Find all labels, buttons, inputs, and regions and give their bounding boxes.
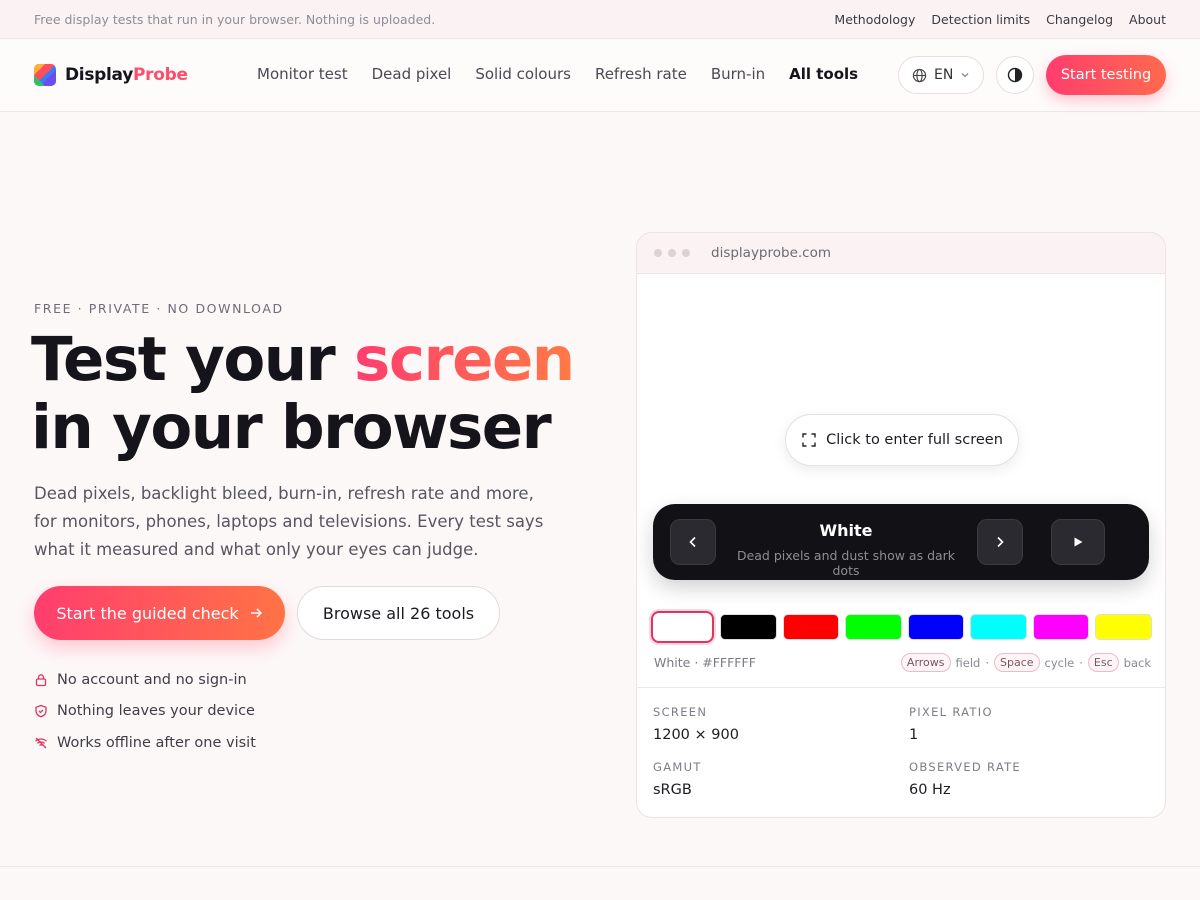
main-nav: Monitor test Dead pixel Solid colours Re… bbox=[257, 65, 858, 83]
play-icon bbox=[1074, 537, 1083, 547]
start-testing-button[interactable]: Start testing bbox=[1046, 55, 1166, 95]
stat-observed-rate: OBSERVED RATE 60 Hz bbox=[909, 760, 1021, 798]
key-action: cycle bbox=[1044, 655, 1075, 670]
preview-url: displayprobe.com bbox=[711, 245, 832, 261]
hero-eyebrow: FREE · PRIVATE · NO DOWNLOAD bbox=[34, 301, 284, 316]
separator: · bbox=[1079, 655, 1083, 670]
language-selector[interactable]: EN bbox=[898, 56, 984, 94]
contrast-icon bbox=[1007, 67, 1023, 83]
fullscreen-icon bbox=[802, 433, 816, 447]
display-stats: SCREEN 1200 × 900 PIXEL RATIO 1 GAMUT sR… bbox=[637, 687, 1165, 817]
hero-lead: Dead pixels, backlight bleed, burn-in, r… bbox=[34, 484, 544, 559]
list-item: Works offline after one visit bbox=[34, 727, 256, 759]
window-dot bbox=[682, 249, 690, 257]
key-space: Space bbox=[994, 653, 1040, 672]
logo-text: DisplayProbe bbox=[65, 65, 188, 85]
hero-title: Test your screen in your browser bbox=[31, 324, 575, 463]
language-code: EN bbox=[934, 67, 954, 83]
swatch-red[interactable] bbox=[782, 614, 839, 640]
start-guided-check-button[interactable]: Start the guided check bbox=[34, 586, 285, 640]
key-action: back bbox=[1123, 655, 1151, 670]
test-control-panel: White Dead pixels and dust show as dark … bbox=[653, 504, 1149, 580]
swatch-yellow[interactable] bbox=[1095, 614, 1152, 640]
enter-fullscreen-button[interactable]: Click to enter full screen bbox=[785, 414, 1019, 466]
nav-monitor-test[interactable]: Monitor test bbox=[257, 65, 348, 83]
site-header: DisplayProbe Monitor test Dead pixel Sol… bbox=[0, 39, 1200, 112]
play-button[interactable] bbox=[1051, 519, 1105, 565]
chevron-left-icon bbox=[689, 536, 696, 548]
previous-button[interactable] bbox=[670, 519, 716, 565]
chevron-down-icon bbox=[961, 73, 969, 78]
link-changelog[interactable]: Changelog bbox=[1046, 12, 1113, 27]
swatch-white[interactable] bbox=[651, 611, 714, 643]
nav-all-tools[interactable]: All tools bbox=[789, 65, 858, 83]
swatch-row bbox=[651, 611, 1152, 643]
current-test-hint: Dead pixels and dust show as dark dots bbox=[736, 548, 956, 578]
logo-mark-icon bbox=[34, 64, 56, 86]
separator: · bbox=[985, 655, 989, 670]
feature-list: No account and no sign-in Nothing leaves… bbox=[34, 664, 256, 759]
preview-window: displayprobe.com Click to enter full scr… bbox=[636, 232, 1166, 818]
arrow-right-icon bbox=[250, 608, 262, 618]
hero-title-accent: screen bbox=[354, 324, 575, 395]
link-detection-limits[interactable]: Detection limits bbox=[931, 12, 1030, 27]
stat-screen: SCREEN 1200 × 900 bbox=[653, 705, 739, 743]
selected-colour-label: White · #FFFFFF bbox=[654, 655, 756, 670]
link-methodology[interactable]: Methodology bbox=[834, 12, 915, 27]
nav-burn-in[interactable]: Burn-in bbox=[711, 65, 765, 83]
key-arrows: Arrows bbox=[900, 653, 951, 672]
nav-refresh-rate[interactable]: Refresh rate bbox=[595, 65, 687, 83]
list-item: No account and no sign-in bbox=[34, 664, 256, 696]
nav-solid-colours[interactable]: Solid colours bbox=[475, 65, 571, 83]
top-announcement-bar: Free display tests that run in your brow… bbox=[0, 0, 1200, 39]
stat-gamut: GAMUT sRGB bbox=[653, 760, 702, 798]
browser-chrome: displayprobe.com bbox=[637, 233, 1165, 274]
globe-icon bbox=[912, 68, 927, 82]
stat-pixel-ratio: PIXEL RATIO 1 bbox=[909, 705, 993, 743]
swatch-cyan[interactable] bbox=[970, 614, 1027, 640]
link-about[interactable]: About bbox=[1129, 12, 1166, 27]
window-dot bbox=[668, 249, 676, 257]
next-button[interactable] bbox=[977, 519, 1023, 565]
key-esc: Esc bbox=[1087, 653, 1119, 672]
shield-icon bbox=[35, 705, 47, 718]
section-divider bbox=[0, 866, 1200, 900]
current-test-name: White bbox=[819, 521, 873, 540]
chevron-right-icon bbox=[997, 536, 1004, 548]
privacy-note: Free display tests that run in your brow… bbox=[34, 11, 436, 27]
swatch-green[interactable] bbox=[845, 614, 902, 640]
lock-icon bbox=[35, 673, 47, 686]
test-stage[interactable]: Click to enter full screen White Dead pi… bbox=[637, 274, 1165, 604]
swatch-blue[interactable] bbox=[907, 614, 964, 640]
logo[interactable]: DisplayProbe bbox=[34, 64, 188, 86]
browse-tools-button[interactable]: Browse all 26 tools bbox=[297, 586, 500, 640]
swatch-magenta[interactable] bbox=[1032, 614, 1089, 640]
keyboard-shortcuts: Arrows field · Space cycle · Esc back bbox=[900, 653, 1151, 672]
swatch-black[interactable] bbox=[720, 614, 777, 640]
wifi-off-icon bbox=[35, 737, 47, 749]
key-action: field bbox=[955, 655, 981, 670]
list-item: Nothing leaves your device bbox=[34, 696, 256, 728]
utility-links: Methodology Detection limits Changelog A… bbox=[834, 12, 1166, 27]
nav-dead-pixel[interactable]: Dead pixel bbox=[372, 65, 452, 83]
theme-toggle-button[interactable] bbox=[996, 56, 1034, 94]
window-dot bbox=[654, 249, 662, 257]
